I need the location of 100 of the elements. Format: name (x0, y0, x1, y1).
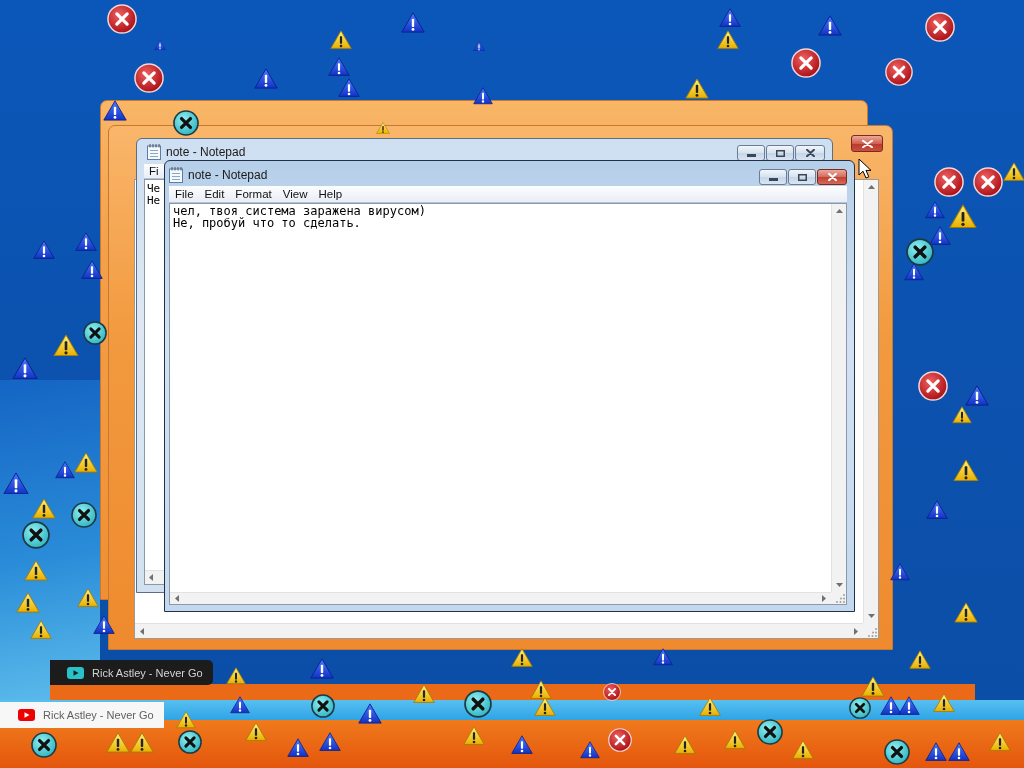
left-arrow-icon (140, 627, 144, 635)
x-circle-icon (884, 739, 910, 765)
taskbar-button[interactable]: Rick Astley - Never Go (50, 660, 213, 685)
x-circle-icon (31, 732, 57, 758)
warning-icon (880, 696, 902, 716)
error-icon (885, 58, 913, 86)
text-line: Не (147, 195, 161, 207)
down-arrow-icon (835, 583, 843, 587)
x-circle-icon (849, 697, 871, 719)
warning-icon (338, 78, 360, 98)
horizontal-scrollbar[interactable] (135, 623, 863, 638)
warning-icon (74, 451, 98, 473)
vertical-scrollbar[interactable] (831, 204, 846, 592)
window-title: note - Notepad (166, 144, 246, 159)
horizontal-scrollbar[interactable] (170, 592, 831, 604)
text-area[interactable]: чел, твоя система заражена вирусом) Не, пробуй что то сделать. (169, 203, 847, 605)
x-circle-icon (83, 321, 107, 345)
warning-icon (965, 384, 989, 406)
x-circle-icon (311, 694, 335, 718)
x-circle-icon (178, 730, 202, 754)
warning-icon (32, 497, 56, 519)
close-button[interactable] (851, 135, 883, 152)
error-icon (918, 371, 948, 401)
warning-icon (473, 40, 485, 52)
warning-icon (376, 121, 390, 135)
x-circle-icon (71, 502, 97, 528)
warning-icon (310, 657, 334, 679)
warning-icon (929, 226, 951, 246)
warning-icon (909, 650, 931, 670)
warning-icon (358, 702, 382, 724)
close-icon (827, 173, 837, 181)
close-button[interactable] (817, 169, 847, 185)
warning-icon (952, 406, 972, 424)
warning-icon (511, 648, 533, 668)
horizontal-scrollbar[interactable] (145, 570, 164, 584)
minimize-button[interactable] (737, 145, 765, 161)
warning-icon (861, 675, 885, 697)
warning-icon (16, 591, 40, 613)
menu-item[interactable]: Help (312, 188, 348, 200)
warning-icon (530, 680, 552, 700)
warning-icon (890, 563, 910, 581)
up-arrow-icon (867, 185, 875, 189)
warning-icon (674, 735, 696, 755)
maximize-button[interactable] (766, 145, 794, 161)
menu-item[interactable]: Format (229, 188, 277, 200)
vertical-scrollbar[interactable] (863, 180, 878, 623)
warning-icon (3, 471, 29, 495)
minimize-icon (746, 154, 756, 157)
warning-icon (55, 461, 75, 479)
warning-icon (24, 559, 48, 581)
warning-icon (53, 333, 79, 357)
warning-icon (33, 240, 55, 260)
warning-icon (989, 732, 1011, 752)
menu-item[interactable]: View (276, 188, 313, 200)
error-icon (925, 12, 955, 42)
menu-item[interactable]: File (169, 188, 199, 200)
resize-grip-icon (836, 594, 845, 603)
warning-icon (534, 697, 556, 717)
error-icon (608, 728, 632, 752)
warning-icon (463, 726, 485, 746)
left-arrow-icon (149, 574, 153, 581)
down-arrow-icon (867, 614, 875, 618)
error-icon (791, 48, 821, 78)
warning-icon (792, 740, 814, 760)
warning-icon (473, 87, 493, 105)
close-icon (805, 149, 815, 157)
close-icon (861, 139, 873, 148)
warning-icon (699, 697, 721, 717)
warning-icon (653, 648, 673, 666)
warning-icon (12, 356, 38, 380)
warning-icon (511, 735, 533, 755)
close-button[interactable] (795, 145, 825, 161)
right-arrow-icon (854, 627, 858, 635)
menu-item[interactable]: Fi (144, 165, 161, 177)
warning-icon (245, 722, 267, 742)
warning-icon (93, 615, 115, 635)
taskbar-button[interactable]: Rick Astley - Never Go (0, 702, 164, 728)
up-arrow-icon (835, 209, 843, 213)
warning-icon (130, 731, 154, 753)
minimize-icon (768, 178, 778, 181)
warning-icon (904, 263, 924, 281)
warning-icon (724, 730, 746, 750)
text-area[interactable]: Че Не (144, 179, 164, 585)
warning-icon (254, 67, 278, 89)
warning-icon (685, 77, 709, 99)
error-icon (107, 4, 137, 34)
error-icon (934, 167, 964, 197)
menu-item[interactable]: Edit (198, 188, 230, 200)
warning-icon (948, 742, 970, 762)
warning-icon (330, 30, 352, 50)
maximize-icon (775, 149, 785, 157)
warning-icon (287, 738, 309, 758)
minimize-button[interactable] (759, 169, 787, 185)
warning-icon (925, 742, 947, 762)
warning-icon (413, 684, 435, 704)
error-icon (134, 63, 164, 93)
maximize-button[interactable] (788, 169, 816, 185)
warning-icon (30, 620, 52, 640)
play-icon (67, 666, 84, 679)
x-circle-icon (757, 719, 783, 745)
